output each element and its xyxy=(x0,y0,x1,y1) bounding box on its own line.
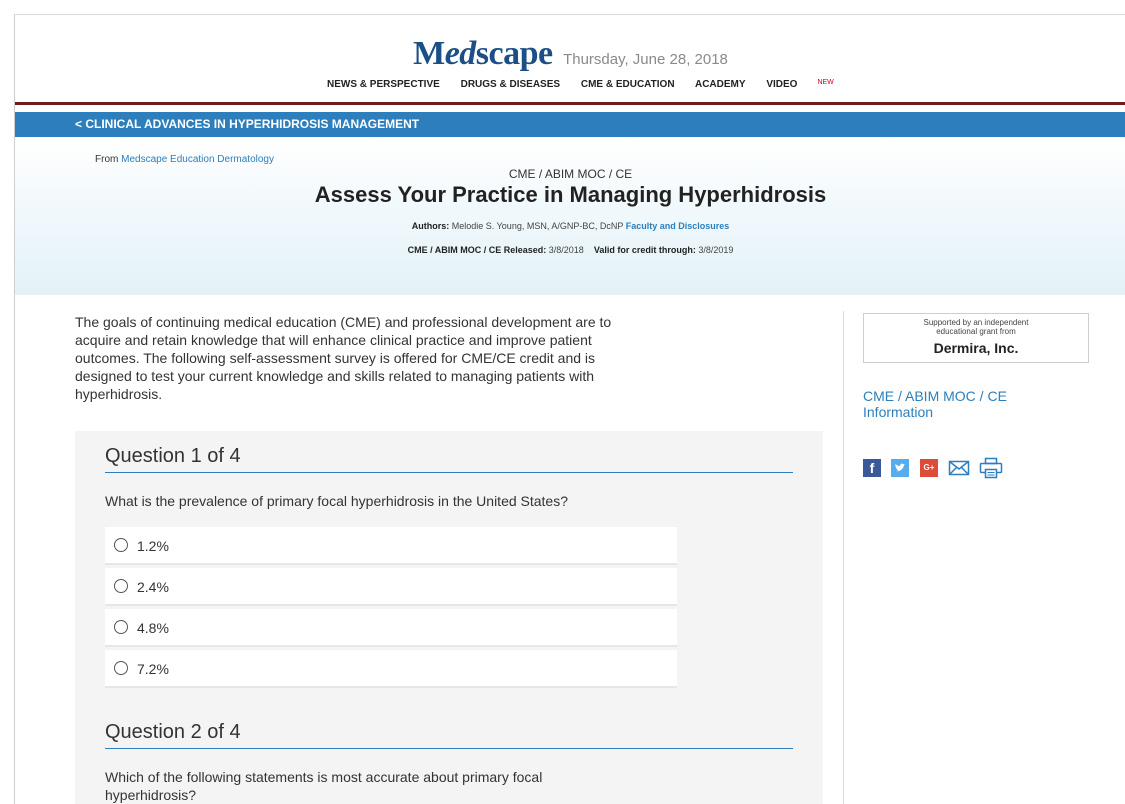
page-title: Assess Your Practice in Managing Hyperhi… xyxy=(314,182,827,207)
sponsor-text: Supported by an independent educational … xyxy=(864,318,1088,336)
source-link[interactable]: Medscape Education Dermatology xyxy=(121,154,274,165)
article-header: From Medscape Education Dermatology CME … xyxy=(15,140,1125,295)
answer-option[interactable]: 7.2% xyxy=(105,650,677,688)
radio-button[interactable] xyxy=(114,620,128,634)
answer-label: 4.8% xyxy=(137,620,169,636)
answer-label: 2.4% xyxy=(137,579,169,595)
sponsor-line-1: Supported by an independent xyxy=(923,318,1029,327)
facebook-icon[interactable]: f xyxy=(863,459,881,477)
email-icon[interactable] xyxy=(948,459,970,482)
sidebar-divider xyxy=(843,311,844,804)
nav-cme-education[interactable]: CME & EDUCATION xyxy=(581,79,675,90)
valid-label: Valid for credit through: xyxy=(593,245,696,255)
medscape-logo[interactable]: Medscape xyxy=(413,35,553,72)
faculty-disclosures-link[interactable]: Faculty and Disclosures xyxy=(626,221,730,231)
radio-button[interactable] xyxy=(114,579,128,593)
main-nav: NEWS & PERSPECTIVE DRUGS & DISEASES CME … xyxy=(327,79,870,90)
answer-label: 7.2% xyxy=(137,661,169,677)
sponsor-box: Supported by an independent educational … xyxy=(863,313,1089,363)
twitter-icon[interactable] xyxy=(891,459,909,477)
released-label: CME / ABIM MOC / CE Released: xyxy=(407,245,547,255)
masthead: Medscape Thursday, June 28, 2018 NEWS & … xyxy=(15,15,1125,101)
authors-names: Melodie S. Young, MSN, A/GNP-BC, DcNP xyxy=(451,221,624,231)
page-frame: Medscape Thursday, June 28, 2018 NEWS & … xyxy=(14,14,1125,804)
nav-academy[interactable]: ACADEMY xyxy=(695,79,746,90)
cme-info-link[interactable]: CME / ABIM MOC / CE Information xyxy=(863,388,1063,420)
radio-button[interactable] xyxy=(114,661,128,675)
radio-button[interactable] xyxy=(114,538,128,552)
answer-option[interactable]: 2.4% xyxy=(105,568,677,606)
question-2-text: Which of the following statements is mos… xyxy=(105,769,543,803)
print-icon[interactable] xyxy=(979,457,1003,484)
nav-news-perspective[interactable]: NEWS & PERSPECTIVE xyxy=(327,79,440,90)
sponsor-name: Dermira, Inc. xyxy=(933,340,1019,356)
question-1-header: Question 1 of 4 xyxy=(105,445,793,473)
cme-label: CME / ABIM MOC / CE xyxy=(508,167,633,181)
quiz-container: Question 1 of 4 What is the prevalence o… xyxy=(75,431,823,804)
google-plus-icon[interactable]: G+ xyxy=(920,459,938,477)
logo-row: Medscape Thursday, June 28, 2018 xyxy=(15,35,1125,73)
from-prefix: From xyxy=(95,154,119,165)
answer-option[interactable]: 4.8% xyxy=(105,609,677,647)
new-badge: NEW xyxy=(817,79,834,86)
valid-date: 3/8/2019 xyxy=(698,245,734,255)
source-line: From Medscape Education Dermatology xyxy=(95,154,274,165)
breadcrumb-link[interactable]: < CLINICAL ADVANCES IN HYPERHIDROSIS MAN… xyxy=(75,117,419,131)
authors-line: Authors: Melodie S. Young, MSN, A/GNP-BC… xyxy=(15,221,1125,231)
nav-drugs-diseases[interactable]: DRUGS & DISEASES xyxy=(461,79,560,90)
release-line: CME / ABIM MOC / CE Released: 3/8/2018 V… xyxy=(15,245,1125,255)
sponsor-line-2: educational grant from xyxy=(936,327,1016,336)
authors-label: Authors: xyxy=(411,221,450,231)
released-date: 3/8/2018 xyxy=(548,245,584,255)
nav-video[interactable]: VIDEO NEW xyxy=(766,79,851,90)
header-divider xyxy=(15,102,1125,105)
answer-label: 1.2% xyxy=(137,538,169,554)
intro-paragraph: The goals of continuing medical educatio… xyxy=(75,314,612,402)
question-1-text: What is the prevalence of primary focal … xyxy=(105,493,569,509)
breadcrumb-bar: < CLINICAL ADVANCES IN HYPERHIDROSIS MAN… xyxy=(15,112,1125,137)
nav-video-label: VIDEO xyxy=(766,79,798,90)
answer-option[interactable]: 1.2% xyxy=(105,527,677,565)
header-date: Thursday, June 28, 2018 xyxy=(563,51,728,68)
question-2-header: Question 2 of 4 xyxy=(105,721,793,749)
